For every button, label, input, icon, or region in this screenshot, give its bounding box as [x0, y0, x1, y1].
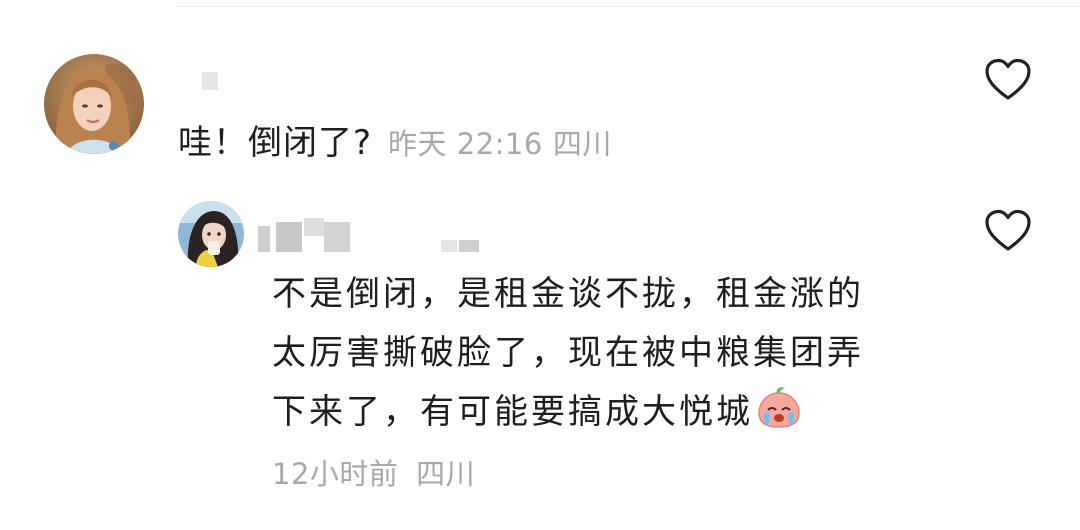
heart-outline-icon [985, 58, 1031, 100]
like-button[interactable] [984, 209, 1032, 253]
comment-time: 昨天 22:16 [388, 127, 543, 161]
comment-text: 哇！倒闭了? [178, 123, 373, 163]
like-button[interactable] [984, 58, 1032, 102]
comment-body: 哇！倒闭了? 昨天 22:16 四川 [178, 118, 612, 169]
avatar[interactable] [44, 54, 144, 154]
reply-body: 不是倒闭，是租金谈不拢，租金涨的 太厉害撕破脸了，现在被中粮集团弄 下来了，有可… [272, 265, 864, 448]
reply-text-line: 不是倒闭，是租金谈不拢，租金涨的 [272, 274, 864, 314]
reply-text-line: 下来了，有可能要搞成大悦城 [272, 392, 753, 432]
reply-location: 四川 [416, 457, 476, 491]
crying-face-emoji [755, 385, 803, 448]
reply-time: 12小时前 [272, 457, 399, 491]
reply-text-line: 太厉害撕破脸了，现在被中粮集团弄 [272, 333, 864, 373]
top-divider [178, 6, 1080, 7]
comment-location: 四川 [552, 127, 612, 161]
heart-outline-icon [985, 209, 1031, 251]
avatar[interactable] [178, 201, 244, 267]
username-redacted [202, 72, 218, 90]
reply-meta: 12小时前 四川 [272, 452, 475, 496]
